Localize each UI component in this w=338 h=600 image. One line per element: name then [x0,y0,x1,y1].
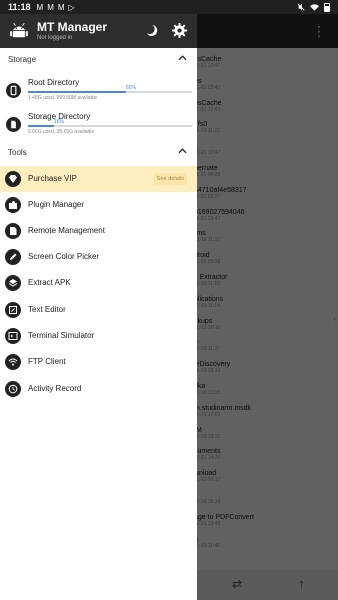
wifi-status-icon [310,4,319,11]
tool-label: FTP Client [28,357,66,366]
notification-icon: ▷ [68,2,75,12]
notification-icon: M [36,2,44,12]
navigation-drawer: MT Manager Not logged in Storage Root Di… [0,0,197,600]
layers-icon [5,275,21,291]
gear-icon[interactable] [172,23,187,38]
storage-usage-text: 1.48G used, 999.50M available [28,95,98,101]
tools-section-title: Tools [8,148,27,157]
storage-section-header[interactable]: Storage [0,50,197,70]
tool-label: Extract APK [28,278,71,287]
storage-usage-fill [28,125,55,127]
tools-section-header[interactable]: Tools [0,143,197,163]
login-status[interactable]: Not logged in [37,35,72,41]
notification-icons: M M M ▷ [37,3,75,12]
tool-label: Activity Record [28,384,82,393]
wifi-icon [5,354,21,370]
storage-usage-text: 5.66G used, 28.65G available [28,129,95,135]
pen-icon [5,249,21,265]
tool-item-screen-color-picker[interactable]: Screen Color Picker [0,244,197,270]
tool-label: Plugin Manager [28,200,85,209]
diamond-icon [5,171,21,187]
tool-label: Text Editor [28,305,66,314]
tool-label: Terminal Simulator [28,331,95,340]
storage-name: Root Directory [28,78,80,87]
notification-icon: M [47,2,54,12]
drawer-header: MT Manager Not logged in [0,14,197,48]
tool-item-ftp-client[interactable]: FTP Client [0,349,197,375]
tool-label: Remote Management [28,226,105,235]
storage-section-title: Storage [8,55,37,64]
tool-item-text-editor[interactable]: Text Editor [0,297,197,323]
storage-usage-fill [28,91,127,93]
tool-item-terminal-simulator[interactable]: Terminal Simulator [0,323,197,349]
moon-icon[interactable] [145,24,158,37]
android-icon [10,23,28,38]
see-details-button[interactable]: See details [153,173,187,185]
chevron-up-icon [178,55,187,61]
storage-usage-bar [28,91,192,93]
status-bar: 11:18 M M M ▷ [0,0,338,14]
sd-card-icon [6,117,21,132]
tool-label: Screen Color Picker [28,252,100,261]
clock-icon [5,381,21,397]
notification-icon: M [57,2,65,12]
tool-item-extract-apk[interactable]: Extract APK [0,270,197,296]
phone-icon [6,83,21,98]
tool-item-purchase-vip[interactable]: Purchase VIP See details [0,166,197,192]
storage-item-internal[interactable]: Storage Directory 16% 5.66G used, 28.65G… [0,109,197,143]
tool-item-plugin-manager[interactable]: Plugin Manager [0,192,197,218]
status-time: 11:18 [8,2,31,12]
tool-label: Purchase VIP [28,174,77,183]
tool-item-activity-record[interactable]: Activity Record [0,376,197,402]
battery-icon [324,2,330,12]
storage-item-root[interactable]: Root Directory 60% 1.48G used, 999.50M a… [0,75,197,109]
terminal-icon [5,328,21,344]
chevron-up-icon [178,148,187,154]
tool-item-remote-management[interactable]: Remote Management [0,218,197,244]
edit-icon [5,302,21,318]
storage-usage-bar [28,125,192,127]
puzzle-icon [5,197,21,213]
mute-icon [297,3,305,11]
app-title: MT Manager [37,20,108,34]
document-icon [5,223,21,239]
